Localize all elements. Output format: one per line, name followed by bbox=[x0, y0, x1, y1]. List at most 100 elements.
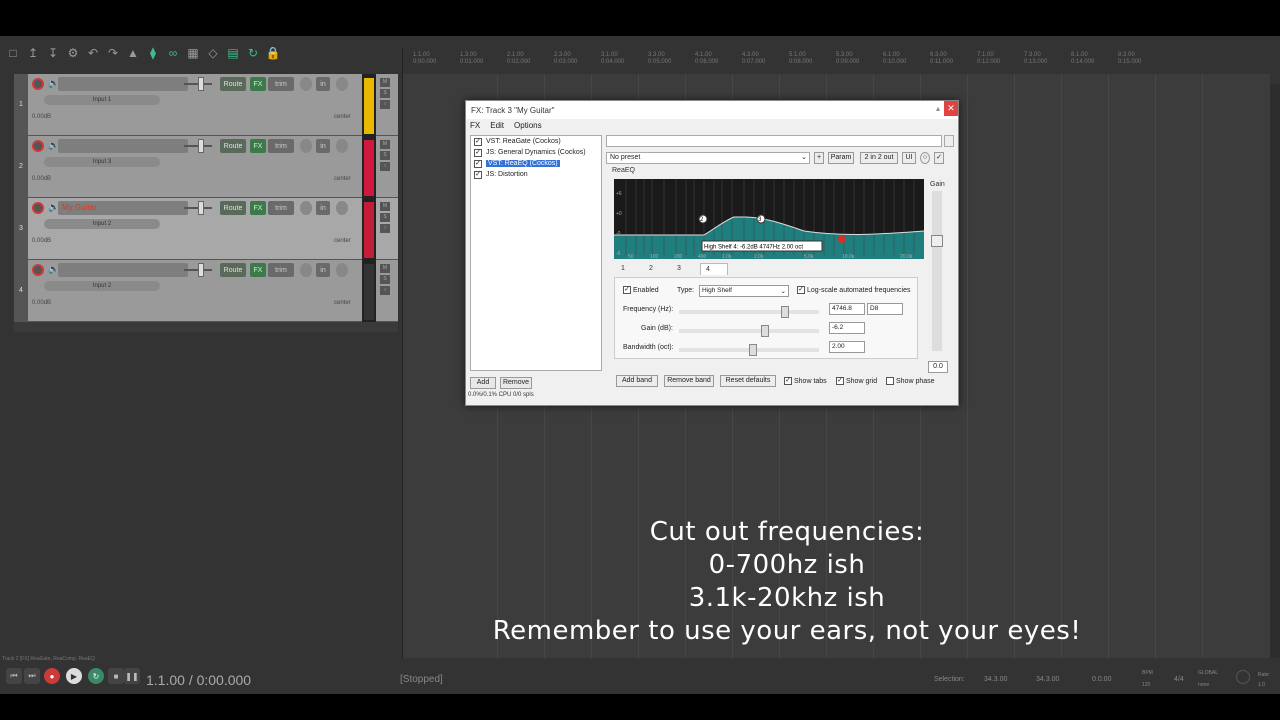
remove-band-button[interactable]: Remove band bbox=[664, 375, 714, 387]
undo-icon[interactable]: ↶ bbox=[84, 44, 102, 62]
route-button[interactable]: Route bbox=[220, 201, 246, 215]
gain-db-slider-thumb[interactable] bbox=[761, 325, 769, 337]
trim-button[interactable]: trim bbox=[268, 263, 294, 277]
rate-knob[interactable] bbox=[1236, 670, 1250, 684]
mute-button[interactable]: M bbox=[380, 264, 390, 273]
trim-button[interactable]: trim bbox=[268, 77, 294, 91]
width-knob[interactable] bbox=[336, 139, 348, 153]
settings-icon[interactable]: ⚙ bbox=[64, 44, 82, 62]
width-knob[interactable] bbox=[336, 77, 348, 91]
lock-icon[interactable]: 🔒 bbox=[264, 44, 282, 62]
gain-db-slider[interactable] bbox=[679, 325, 819, 337]
fx-chain-item[interactable]: ✓ JS: General Dynamics (Cockos) bbox=[471, 147, 601, 158]
close-button[interactable]: ✕ bbox=[944, 101, 958, 116]
pan-knob[interactable] bbox=[300, 263, 312, 277]
trim-button[interactable]: trim bbox=[268, 201, 294, 215]
new-project-icon[interactable]: □ bbox=[4, 44, 22, 62]
volume-slider-thumb[interactable] bbox=[198, 263, 204, 277]
in-button[interactable]: in bbox=[316, 139, 330, 153]
timeline-ruler[interactable]: 1.1.00 0:00.000 1.3.00 0:01.000 2.1.00 0:02.0… bbox=[403, 48, 1271, 74]
pin-icon[interactable]: ▴ bbox=[936, 104, 940, 113]
bandwidth-slider[interactable] bbox=[679, 344, 819, 356]
mute-button[interactable]: M bbox=[380, 202, 390, 211]
selection-end[interactable]: 34.3.00 bbox=[1036, 676, 1059, 683]
fx-chain-item[interactable]: ✓ VST: ReaGate (Cockos) bbox=[471, 136, 601, 147]
width-knob[interactable] bbox=[336, 263, 348, 277]
plugin-search-field[interactable] bbox=[606, 135, 942, 147]
gain-value[interactable]: 0.0 bbox=[928, 361, 948, 373]
metronome-icon[interactable]: ▲ bbox=[124, 44, 142, 62]
frequency-input[interactable]: 4746.8 bbox=[829, 303, 865, 315]
global-value[interactable]: none bbox=[1198, 682, 1209, 688]
fx-enable-checkbox[interactable]: ✓ bbox=[474, 159, 482, 168]
selection-length[interactable]: 0.0.00 bbox=[1092, 676, 1111, 683]
pan-knob[interactable] bbox=[300, 201, 312, 215]
input-select[interactable]: Input 2 bbox=[44, 219, 160, 229]
plugin-dropdown-button[interactable] bbox=[944, 135, 954, 147]
route-button[interactable]: Route bbox=[220, 263, 246, 277]
input-select[interactable]: Input 1 bbox=[44, 95, 160, 105]
route-button[interactable]: Route bbox=[220, 77, 246, 91]
volume-slider-thumb[interactable] bbox=[198, 201, 204, 215]
volume-slider[interactable] bbox=[184, 201, 212, 215]
input-select[interactable]: Input 2 bbox=[44, 281, 160, 291]
note-input[interactable]: D8 bbox=[867, 303, 903, 315]
mute-button[interactable]: M bbox=[380, 140, 390, 149]
add-fx-button[interactable]: Add bbox=[470, 377, 496, 389]
fx-window-title[interactable]: FX: Track 3 "My Guitar" bbox=[466, 101, 958, 119]
tab-band-1[interactable]: 1 bbox=[616, 263, 644, 275]
open-icon[interactable]: ↥ bbox=[24, 44, 42, 62]
param-button[interactable]: Param bbox=[828, 152, 854, 164]
fx-bypass-button[interactable]: ○ bbox=[380, 286, 390, 295]
width-knob[interactable] bbox=[336, 201, 348, 215]
track-name[interactable] bbox=[58, 139, 188, 153]
go-to-end-button[interactable]: ⏭ bbox=[24, 668, 40, 684]
fx-bypass-button[interactable]: ○ bbox=[380, 224, 390, 233]
route-button[interactable]: Route bbox=[220, 139, 246, 153]
tab-band-4[interactable]: 4 bbox=[700, 263, 728, 275]
record-arm-button[interactable] bbox=[32, 264, 44, 276]
track-2[interactable]: 2 🔈 Route FX trim in Input 3 0.00dB cent… bbox=[14, 136, 398, 198]
loop-icon[interactable]: ↻ bbox=[244, 44, 262, 62]
fx-bypass-button[interactable]: ○ bbox=[380, 162, 390, 171]
track-name[interactable] bbox=[58, 263, 188, 277]
grid-icon[interactable]: ▦ bbox=[184, 44, 202, 62]
fx-button[interactable]: FX bbox=[250, 77, 266, 91]
gain-slider[interactable] bbox=[931, 191, 943, 351]
fx-enable-checkbox[interactable]: ✓ bbox=[474, 148, 482, 157]
frequency-slider[interactable] bbox=[679, 306, 819, 318]
frequency-slider-thumb[interactable] bbox=[781, 306, 789, 318]
menu-options[interactable]: Options bbox=[514, 121, 542, 133]
solo-button[interactable]: S bbox=[380, 151, 390, 160]
enabled-checkbox[interactable]: ✓ Enabled bbox=[623, 286, 659, 294]
mute-button[interactable]: M bbox=[380, 78, 390, 87]
record-arm-button[interactable] bbox=[32, 140, 44, 152]
ui-button[interactable]: UI bbox=[902, 152, 916, 164]
type-select[interactable]: High Shelf ⌄ bbox=[699, 285, 789, 297]
remove-fx-button[interactable]: Remove bbox=[500, 377, 532, 389]
time-signature[interactable]: 4/4 bbox=[1174, 676, 1184, 683]
track-name[interactable]: My Guitar bbox=[58, 201, 188, 215]
preset-select[interactable]: No preset ⌄ bbox=[606, 152, 810, 164]
gain-db-input[interactable]: -6.2 bbox=[829, 322, 865, 334]
bandwidth-input[interactable]: 2.00 bbox=[829, 341, 865, 353]
volume-slider[interactable] bbox=[184, 139, 212, 153]
fx-button[interactable]: FX bbox=[250, 263, 266, 277]
track-4[interactable]: 4 🔈 Route FX trim in Input 2 0.00dB cent… bbox=[14, 260, 398, 322]
fx-button[interactable]: FX bbox=[250, 139, 266, 153]
volume-slider-thumb[interactable] bbox=[198, 139, 204, 153]
fx-button[interactable]: FX bbox=[250, 201, 266, 215]
power-icon[interactable]: ○ bbox=[920, 152, 930, 164]
solo-button[interactable]: S bbox=[380, 275, 390, 284]
fx-enable-checkbox[interactable]: ✓ bbox=[474, 170, 482, 179]
add-band-button[interactable]: Add band bbox=[616, 375, 658, 387]
in-button[interactable]: in bbox=[316, 201, 330, 215]
record-arm-button[interactable] bbox=[32, 78, 44, 90]
track-1[interactable]: 1 🔈 Route FX trim in Input 1 0.00dB cent… bbox=[14, 74, 398, 136]
grid-lines-icon[interactable]: ▤ bbox=[224, 44, 242, 62]
menu-fx[interactable]: FX bbox=[470, 121, 480, 133]
volume-slider-thumb[interactable] bbox=[198, 77, 204, 91]
rate-value[interactable]: 1.0 bbox=[1258, 682, 1265, 688]
pan-knob[interactable] bbox=[300, 139, 312, 153]
stop-button[interactable]: ■ bbox=[108, 668, 124, 684]
